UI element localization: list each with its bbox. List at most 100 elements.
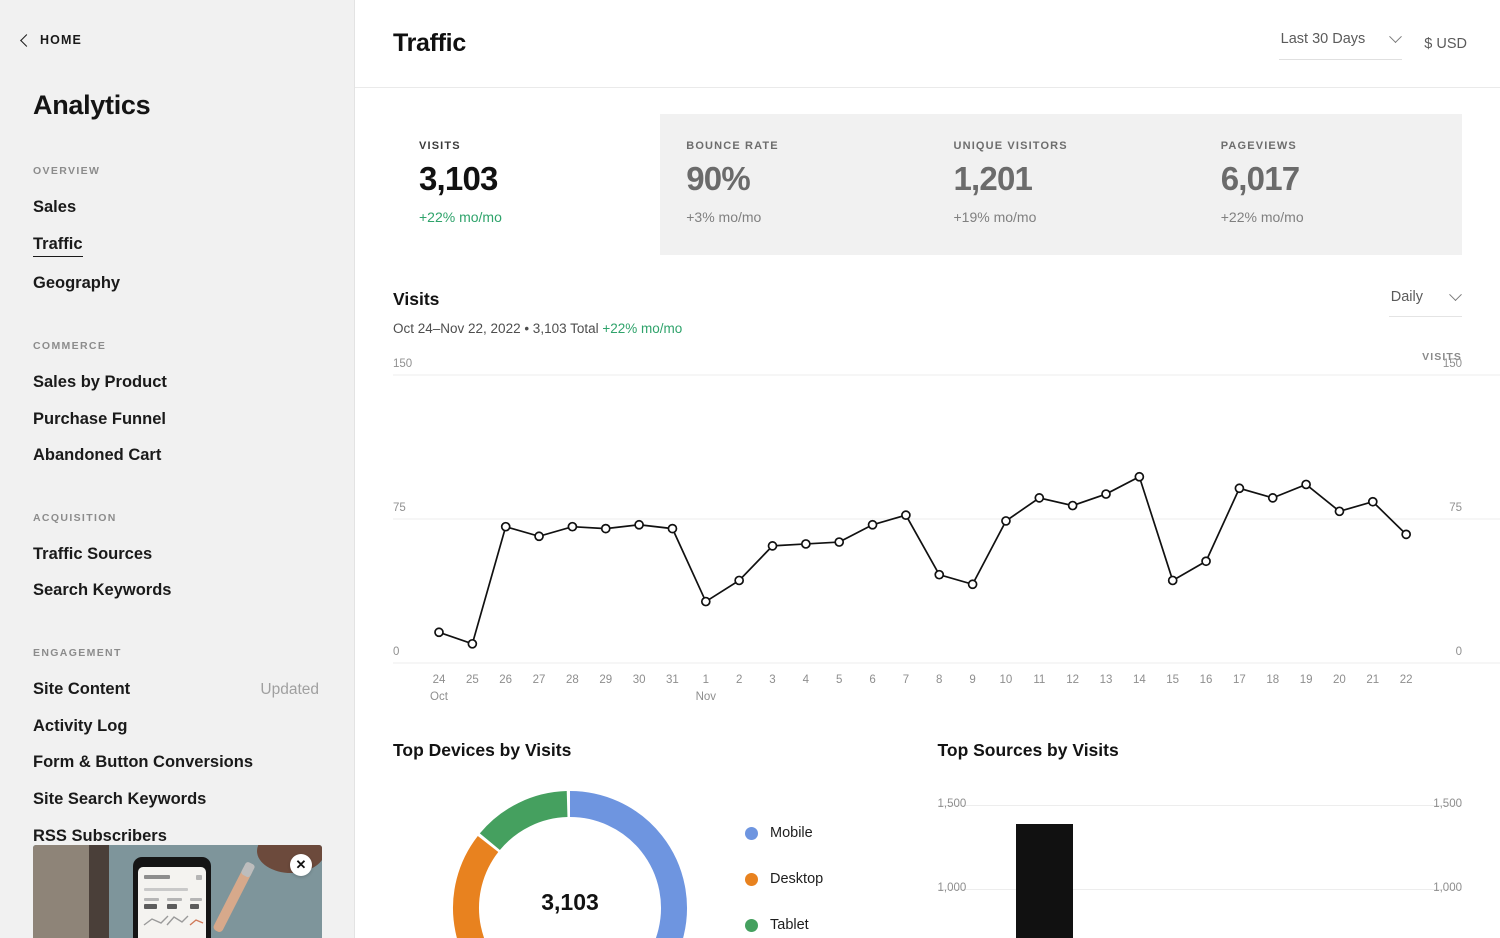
data-point[interactable] [1334,506,1345,517]
data-point[interactable] [600,524,611,534]
data-point[interactable] [1101,489,1111,500]
data-point[interactable] [1401,529,1412,540]
data-point[interactable] [467,639,478,649]
data-point[interactable] [801,539,811,550]
sidebar-item-site-search-keywords[interactable]: Site Search Keywords [33,789,354,810]
kpi-card-visits[interactable]: VISITS 3,103 +22% mo/mo [393,114,661,256]
x-axis-tick-label: 6 [869,674,876,687]
visits-line-svg [393,374,1500,664]
sidebar-item-traffic[interactable]: Traffic [33,234,354,258]
sources-bar-chart[interactable]: 1,500 1,500 1,000 1,000 [937,791,1462,938]
date-range-select[interactable]: Last 30 Days [1278,27,1403,60]
x-axis-tick-label: 8 [936,674,943,687]
data-point[interactable] [1301,479,1311,490]
legend-item-mobile[interactable]: Mobile [745,825,823,841]
kpi-label: BOUNCE RATE [686,140,779,152]
x-axis-tick-label: 15 [1166,674,1180,687]
visits-title: Visits [393,289,440,310]
sidebar-item-geography[interactable]: Geography [33,273,354,294]
visits-subtitle-range: Oct 24–Nov 22, 2022 • 3,103 Total [393,321,603,337]
x-axis-tick-label: 18 [1266,674,1280,687]
sidebar-item-label: Traffic Sources [33,544,153,563]
sidebar-item-sales[interactable]: Sales [33,197,354,218]
data-point[interactable] [767,541,778,552]
data-point[interactable] [1001,516,1011,527]
data-point[interactable] [1034,493,1045,504]
data-point[interactable] [834,537,845,548]
sidebar-item-abandoned-cart[interactable]: Abandoned Cart [33,445,354,466]
data-point[interactable] [734,575,744,586]
data-point[interactable] [1134,472,1145,482]
promo-banner[interactable]: ✕ [33,845,322,938]
donut-center-total: 3,103 [541,889,599,916]
visits-line-chart[interactable]: 0 0 75 75 150 150 24 25 26 27 28 29 30 31 1 2 3 4 5 6 7 8 9 10 1… [393,358,1500,712]
close-icon[interactable]: ✕ [290,854,312,876]
y-axis-tick-label: 1,000 [1433,882,1462,895]
kpi-label: VISITS [419,140,461,152]
sidebar-item-label: Purchase Funnel [33,409,166,428]
top-sources-title: Top Sources by Visits [937,740,1119,761]
donut-segment-mobile[interactable] [522,791,687,938]
data-point[interactable] [534,531,544,542]
devices-donut-chart[interactable]: 3,103 Mobile Desktop Tablet [393,783,918,938]
sidebar-item-activity-log[interactable]: Activity Log [33,716,354,737]
x-axis-tick-label: 4 [802,674,810,687]
currency-selector[interactable]: $ USD [1424,36,1467,52]
data-point[interactable] [634,520,644,530]
x-axis-tick-label: 26 [499,674,513,687]
sidebar-item-sales-by-product[interactable]: Sales by Product [33,372,354,393]
kpi-label: UNIQUE VISITORS [953,140,1068,152]
kpi-card-bounce-rate[interactable]: BOUNCE RATE 90% +3% mo/mo [660,114,928,256]
data-point[interactable] [967,579,978,590]
sidebar-item-rss-subscribers[interactable]: RSS Subscribers [33,826,354,847]
sidebar-item-form-button-conversions[interactable]: Form & Button Conversions [33,752,354,773]
legend-item-tablet[interactable]: Tablet [745,917,823,933]
y-axis-tick-label: 0 [1455,646,1462,659]
home-back-link[interactable]: HOME [0,0,354,47]
x-axis-tick-label: 22 [1399,674,1413,687]
data-point[interactable] [1234,483,1245,494]
sidebar-item-search-keywords[interactable]: Search Keywords [33,580,354,601]
donut-segment-tablet[interactable] [479,791,568,851]
data-point[interactable] [867,520,878,530]
page-title: Traffic [393,29,466,57]
data-point[interactable] [1067,501,1078,511]
data-point[interactable] [700,597,711,607]
sidebar-group-overview: OVERVIEW Sales Traffic Geography [0,165,354,294]
date-range-value: Last 30 Days [1280,31,1366,47]
chevron-down-icon [1389,29,1403,43]
x-axis-tick-label: 27 [532,674,546,687]
visits-subtitle: Oct 24–Nov 22, 2022 • 3,103 Total +22% m… [393,321,682,336]
legend-label: Mobile [770,825,813,842]
sidebar-nav: OVERVIEW Sales Traffic Geography COMMERCE Sal… [0,165,354,846]
sidebar-group-engagement: ENGAGEMENT Site Content Updated Activity Lo… [0,647,354,846]
sidebar-group-label: COMMERCE [33,339,107,352]
kpi-card-unique-visitors[interactable]: UNIQUE VISITORS 1,201 +19% mo/mo [927,114,1195,256]
data-point[interactable] [667,524,678,534]
data-point[interactable] [567,522,578,532]
y-axis-tick-label: 150 [1442,358,1462,371]
sidebar-group-acquisition: ACQUISITION Traffic Sources Search Keyword… [0,512,354,601]
x-axis-tick-label: 7 [902,674,910,687]
data-point[interactable] [901,510,911,521]
data-point[interactable] [1201,556,1211,567]
data-point[interactable] [934,570,945,580]
legend-label: Tablet [770,917,809,934]
kpi-label: PAGEVIEWS [1220,140,1297,152]
data-point[interactable] [434,627,444,638]
data-point[interactable] [500,522,511,532]
kpi-delta: +3% mo/mo [686,209,762,226]
granularity-select[interactable]: Daily [1388,288,1462,318]
data-point[interactable] [1267,493,1278,504]
visits-line-path [438,475,1407,646]
bar[interactable] [1015,823,1073,938]
x-axis-tick-label: 2 [735,674,743,687]
sidebar-item-label: Activity Log [33,716,128,735]
data-point[interactable] [1367,497,1378,507]
data-point[interactable] [1167,575,1178,586]
sidebar-item-traffic-sources[interactable]: Traffic Sources [33,544,354,565]
kpi-card-pageviews[interactable]: PAGEVIEWS 6,017 +22% mo/mo [1194,114,1462,256]
sidebar-item-purchase-funnel[interactable]: Purchase Funnel [33,409,354,430]
sidebar-item-site-content[interactable]: Site Content Updated [33,679,354,700]
legend-item-desktop[interactable]: Desktop [745,871,823,887]
